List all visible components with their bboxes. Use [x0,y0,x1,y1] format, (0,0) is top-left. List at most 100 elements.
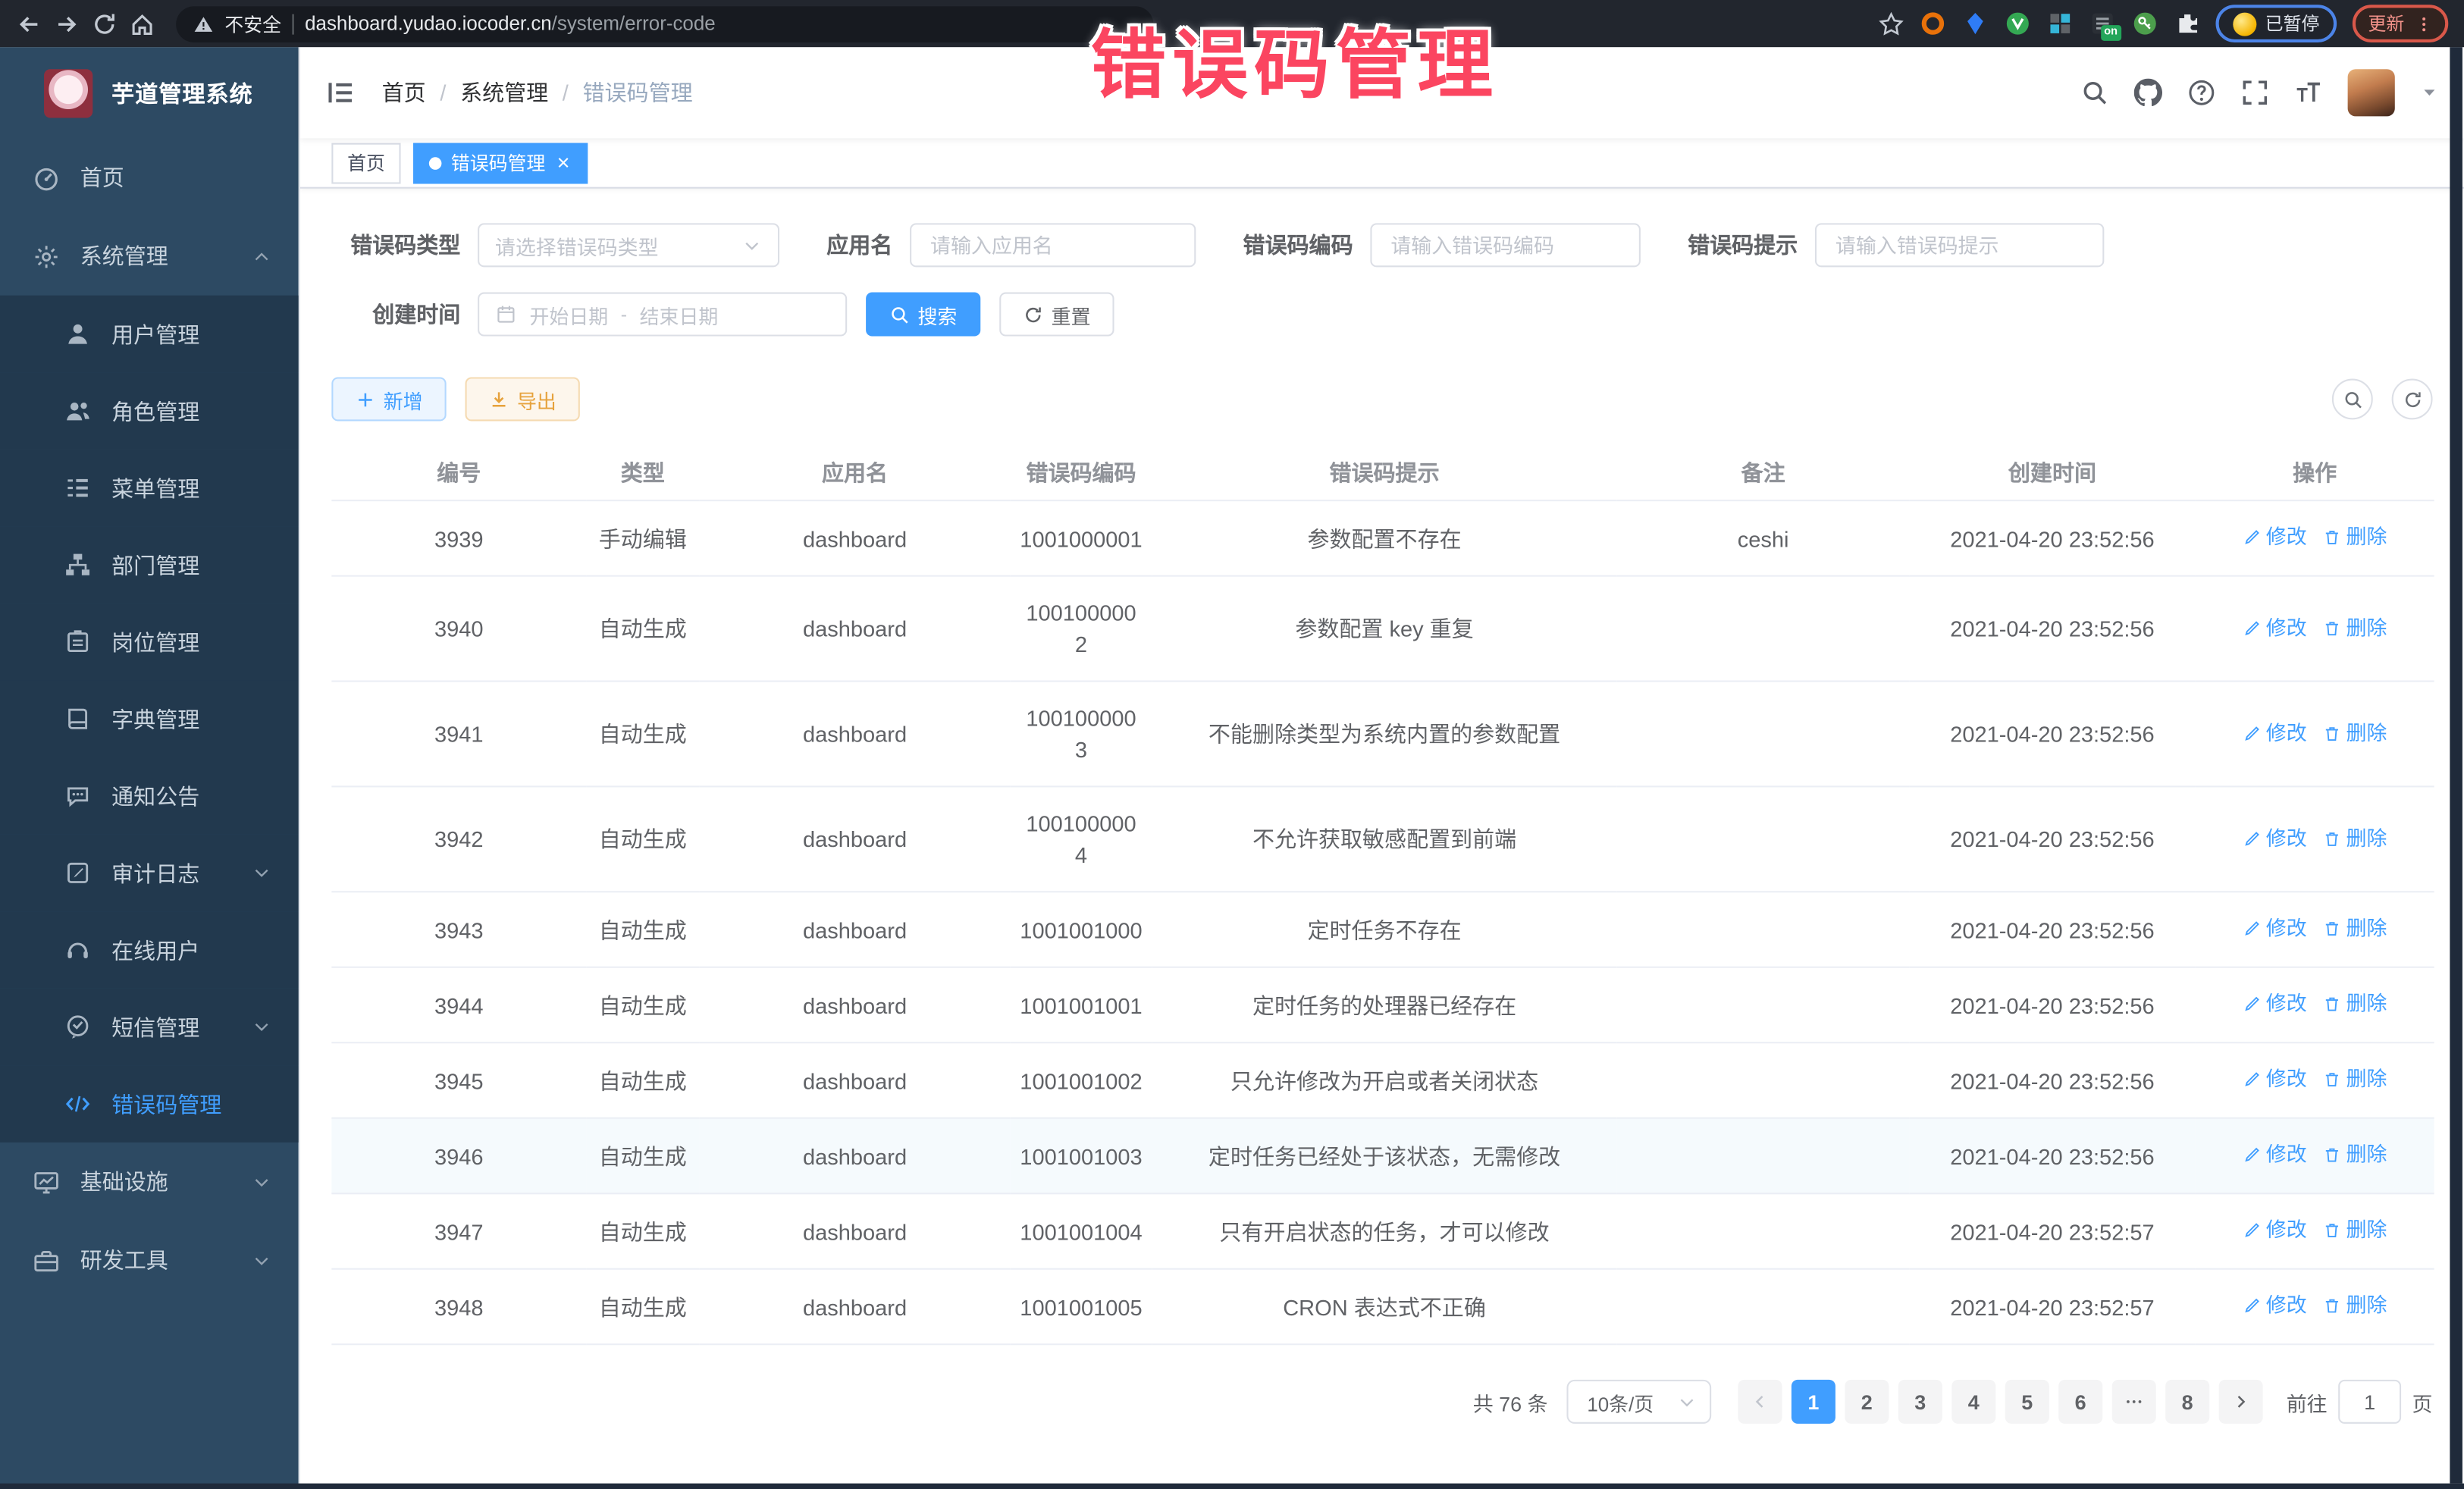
error-code-type-select[interactable]: 请选择错误码类型 [478,223,779,267]
ubuntu-extension-icon[interactable] [1920,11,1945,36]
edit-link[interactable]: 修改 [2243,1139,2307,1171]
page-ellipsis[interactable] [2112,1380,2156,1424]
delete-link[interactable]: 删除 [2322,989,2387,1020]
sidebar-logo-row[interactable]: 芋道管理系统 [0,47,299,138]
delete-link[interactable]: 删除 [2322,1064,2387,1095]
create-time-range-picker[interactable]: 开始日期 - 结束日期 [478,293,847,337]
search-icon[interactable] [2080,79,2108,107]
sidebar-item-14[interactable]: 研发工具 [0,1221,299,1299]
delete-link[interactable]: 删除 [2322,612,2387,643]
sidebar-item-1[interactable]: 系统管理 [0,217,299,296]
fullscreen-icon[interactable] [2241,79,2269,107]
sidebar-item-4[interactable]: 菜单管理 [0,450,299,527]
puzzle-extension-icon[interactable] [2174,11,2199,36]
reload-icon[interactable] [91,10,118,36]
sidebar-item-label: 在线用户 [111,934,199,965]
edit-link[interactable]: 修改 [2243,522,2307,553]
page-button-5[interactable]: 5 [2005,1380,2049,1424]
list-extension-icon[interactable]: on [2089,11,2114,36]
table-header-row: 编号类型应用名错误码编码错误码提示备注创建时间操作 [331,447,2434,501]
edit-link[interactable]: 修改 [2243,823,2307,854]
sidebar-item-12[interactable]: 错误码管理 [0,1065,299,1143]
user-avatar[interactable] [2348,69,2395,116]
sidebar-item-13[interactable]: 基础设施 [0,1143,299,1221]
forward-icon[interactable] [53,10,80,36]
chevron-down-icon [252,1250,272,1271]
key-extension-icon[interactable] [2132,11,2157,36]
delete-link[interactable]: 删除 [2322,522,2387,553]
sidebar-item-label: 岗位管理 [111,626,199,657]
toggle-search-button[interactable] [2332,379,2373,420]
page-button-4[interactable]: 4 [1951,1380,1995,1424]
sidebar-item-5[interactable]: 部门管理 [0,526,299,603]
bookmark-star-icon[interactable] [1877,10,1904,36]
delete-link[interactable]: 删除 [2322,1215,2387,1246]
grid-extension-icon[interactable] [2047,11,2072,36]
edit-link[interactable]: 修改 [2243,913,2307,944]
delete-link[interactable]: 删除 [2322,913,2387,944]
edit-link[interactable]: 修改 [2243,612,2307,643]
edit-pen-icon [2243,1146,2262,1165]
sidebar-item-2[interactable]: 用户管理 [0,296,299,373]
edit-link[interactable]: 修改 [2243,989,2307,1020]
prev-page-button[interactable] [1738,1380,1782,1424]
cell-actions: 修改删除 [2196,1118,2434,1193]
sidebar-item-6[interactable]: 岗位管理 [0,603,299,681]
vue-devtools-extension-icon[interactable] [2005,11,2030,36]
edit-link[interactable]: 修改 [2243,1064,2307,1095]
breadcrumb-item[interactable]: 首页 [382,77,426,108]
font-size-icon[interactable] [2294,79,2322,107]
page-button-3[interactable]: 3 [1898,1380,1942,1424]
back-icon[interactable] [16,10,42,36]
next-page-button[interactable] [2219,1380,2263,1424]
edit-link[interactable]: 修改 [2243,717,2307,748]
page-button-2[interactable]: 2 [1845,1380,1889,1424]
address-bar[interactable]: 不安全 dashboard.yudao.iocoder.cn/system/er… [176,5,1153,42]
github-icon[interactable] [2134,79,2162,107]
avatar-caret-down-icon[interactable] [2420,83,2439,102]
kebab-menu-icon[interactable] [2415,14,2433,34]
reset-button[interactable]: 重置 [999,293,1114,337]
devtools-icon [33,1247,60,1274]
browser-update-button[interactable]: 更新 [2353,5,2448,42]
sidebar-item-11[interactable]: 短信管理 [0,989,299,1066]
edit-link[interactable]: 修改 [2243,1290,2307,1321]
export-button[interactable]: 导出 [466,377,580,421]
page-button-1[interactable]: 1 [1792,1380,1835,1424]
sidebar-item-8[interactable]: 通知公告 [0,757,299,835]
sidebar-item-10[interactable]: 在线用户 [0,911,299,989]
sidebar-item-3[interactable]: 角色管理 [0,372,299,450]
app-name-input[interactable] [927,232,1179,259]
browser-profile-badge[interactable]: 已暂停 [2215,5,2337,42]
tag-错误码管理[interactable]: 错误码管理 [413,143,588,183]
delete-link[interactable]: 删除 [2322,717,2387,748]
edit-link[interactable]: 修改 [2243,1215,2307,1246]
help-icon[interactable] [2187,79,2215,107]
tag-首页[interactable]: 首页 [331,143,400,183]
sidebar-item-7[interactable]: 字典管理 [0,680,299,757]
delete-link[interactable]: 删除 [2322,1290,2387,1321]
sidebar-item-0[interactable]: 首页 [0,138,299,217]
delete-link[interactable]: 删除 [2322,823,2387,854]
add-button[interactable]: 新增 [331,377,446,421]
delete-link[interactable]: 删除 [2322,1139,2387,1171]
hamburger-icon[interactable] [325,77,356,108]
vertical-scrollbar[interactable] [2450,47,2462,1483]
page-size-value: 10条/页 [1587,1387,1654,1416]
gem-extension-icon[interactable] [1962,11,1987,36]
page-button-6[interactable]: 6 [2058,1380,2102,1424]
sidebar-item-9[interactable]: 审计日志 [0,835,299,912]
error-message-input[interactable] [1832,232,2087,259]
refresh-table-button[interactable] [2392,379,2433,420]
page-button-8[interactable]: 8 [2165,1380,2209,1424]
error-code-input[interactable] [1387,232,1623,259]
home-icon[interactable] [129,10,155,36]
cell-id: 3948 [331,1269,586,1344]
page-buttons: 123456 8 [1787,1380,2215,1424]
search-button[interactable]: 搜索 [866,293,980,337]
goto-page-input[interactable] [2338,1380,2401,1424]
breadcrumb-item[interactable]: 系统管理 [460,77,548,108]
edit-pen-icon [2243,1071,2262,1089]
page-size-select[interactable]: 10条/页 [1566,1380,1711,1424]
close-icon[interactable] [555,154,572,171]
